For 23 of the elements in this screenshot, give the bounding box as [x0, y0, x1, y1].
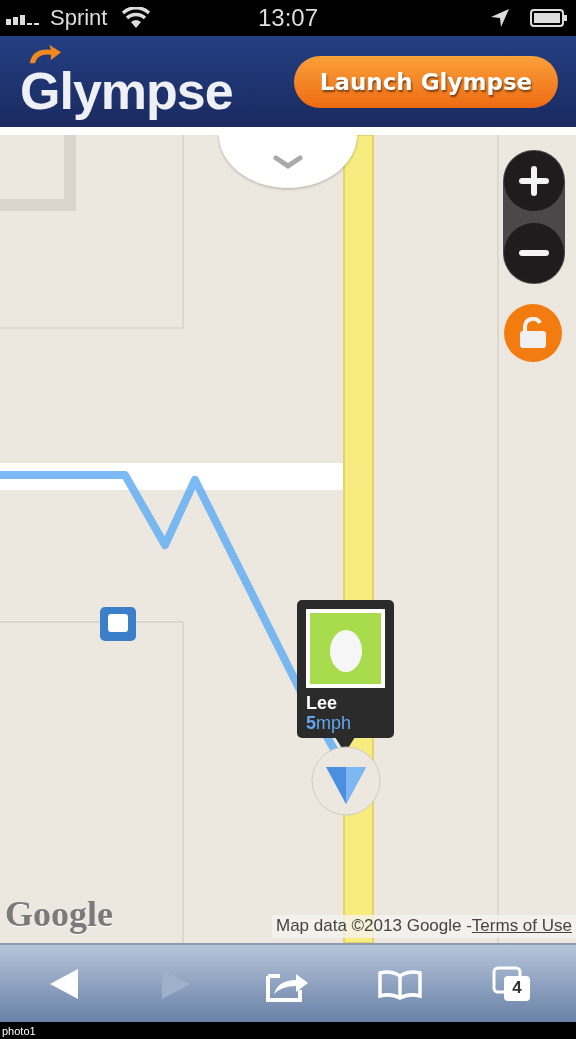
- user-name: Lee: [306, 693, 339, 713]
- book-icon: [377, 967, 423, 1000]
- clock: 13:07: [256, 4, 320, 32]
- plus-icon: [519, 166, 549, 196]
- unlocked-padlock-icon: [518, 317, 548, 349]
- battery-icon: [530, 9, 568, 27]
- speed-text: 5mph: [306, 713, 353, 733]
- google-logo: Google: [5, 893, 113, 935]
- tab-count: 4: [504, 975, 530, 1001]
- caption: photo1: [1, 1024, 36, 1037]
- carrier-name: Sprint: [50, 5, 108, 31]
- tabs-button[interactable]: 4: [488, 961, 536, 1006]
- zoom-in-button[interactable]: [504, 151, 564, 211]
- chevron-down-icon: [273, 154, 303, 169]
- location-arrow-icon: [490, 8, 510, 28]
- back-icon: [48, 966, 80, 1001]
- wifi-icon: [121, 7, 152, 29]
- direction-puck-icon: [311, 746, 381, 816]
- zoom-out-button[interactable]: [504, 223, 564, 283]
- terms-link[interactable]: Terms of Use: [471, 916, 572, 936]
- attribution-text: Map data ©2013 Google -: [276, 916, 472, 936]
- minus-icon: [519, 250, 549, 256]
- logo: Glympse: [20, 60, 233, 121]
